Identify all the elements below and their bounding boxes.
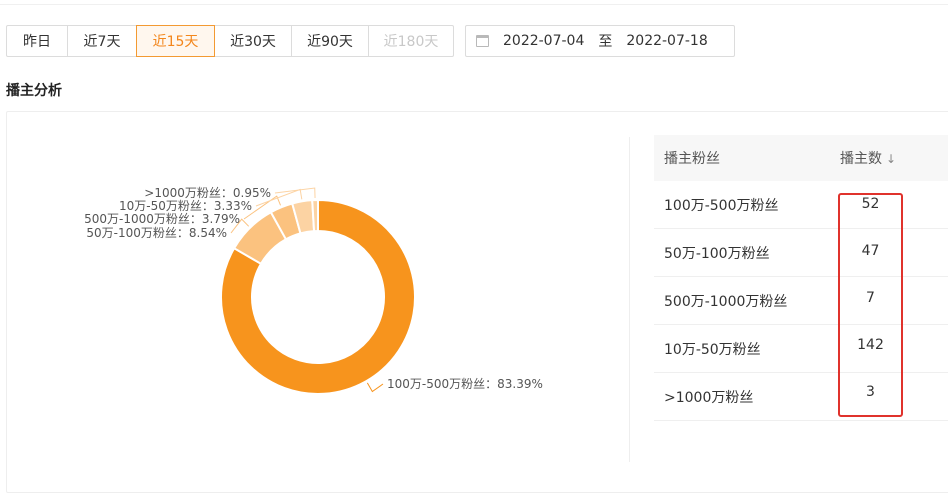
slice-label: 50万-100万粉丝：8.54% — [86, 226, 227, 240]
slice-label: 10万-50万粉丝：3.33% — [119, 199, 252, 213]
table-row: 10万-50万粉丝 — [654, 325, 948, 373]
table-row: 500万-1000万粉丝 — [654, 277, 948, 325]
row-count: 52 — [861, 196, 880, 212]
slice-label: >1000万粉丝：0.95% — [144, 186, 271, 200]
label-leader-line — [366, 382, 384, 393]
sort-desc-icon[interactable]: ↓ — [886, 152, 896, 166]
count-column: 52 47 7 142 3 — [838, 181, 903, 416]
table-row: >1000万粉丝 — [654, 373, 948, 421]
table-row: 50万-100万粉丝 — [654, 229, 948, 277]
row-count: 7 — [866, 290, 875, 306]
header-count-label: 播主数 — [840, 151, 882, 167]
range-15days-button[interactable]: 近15天 — [136, 25, 215, 57]
slice-label: 100万-500万粉丝：83.39% — [387, 377, 543, 391]
row-fans: 100万-500万粉丝 — [664, 197, 779, 214]
slice-label: 500万-1000万粉丝：3.79% — [84, 212, 240, 226]
row-count: 47 — [861, 243, 880, 259]
row-count: 3 — [866, 384, 875, 400]
donut-slice[interactable] — [311, 198, 319, 233]
row-fans: 500万-1000万粉丝 — [664, 293, 788, 310]
row-count: 142 — [857, 337, 884, 353]
row-fans: 10万-50万粉丝 — [664, 341, 761, 358]
header-fans: 播主粉丝 — [664, 151, 720, 167]
row-fans: >1000万粉丝 — [664, 389, 754, 406]
table-header: 播主粉丝 播主数 ↓ — [654, 135, 948, 181]
fan-table: 播主粉丝 播主数 ↓ 100万-500万粉丝 50万-100万粉丝 500万-10… — [654, 135, 948, 421]
table-row: 100万-500万粉丝 — [654, 181, 948, 229]
header-count[interactable]: 播主数 ↓ — [829, 148, 948, 168]
row-fans: 50万-100万粉丝 — [664, 245, 770, 262]
